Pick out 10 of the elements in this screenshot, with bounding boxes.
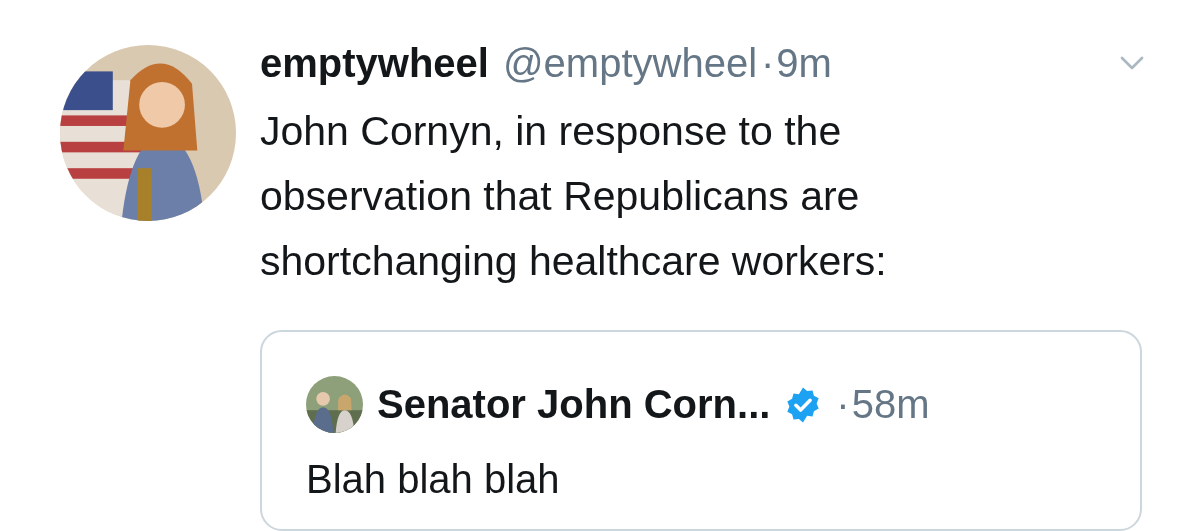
quoted-tweet-text: Blah blah blah — [306, 457, 561, 502]
author-handle[interactable]: @emptywheel — [502, 40, 757, 86]
tweet-text: John Cornyn, in response to the observation that Republicans are shortchanging healthcare workers: — [260, 107, 888, 286]
author-name[interactable]: Senator John Corn... — [377, 382, 771, 427]
timestamp[interactable]: 9m — [776, 40, 832, 86]
quoted-tweet-card[interactable]: Senator John Corn... ·58m Blah blah blah — [260, 330, 1142, 531]
author-name[interactable]: emptywheel — [260, 40, 489, 86]
separator: · — [761, 40, 775, 86]
timestamp[interactable]: 58m — [851, 382, 930, 427]
separator: · — [836, 382, 850, 427]
